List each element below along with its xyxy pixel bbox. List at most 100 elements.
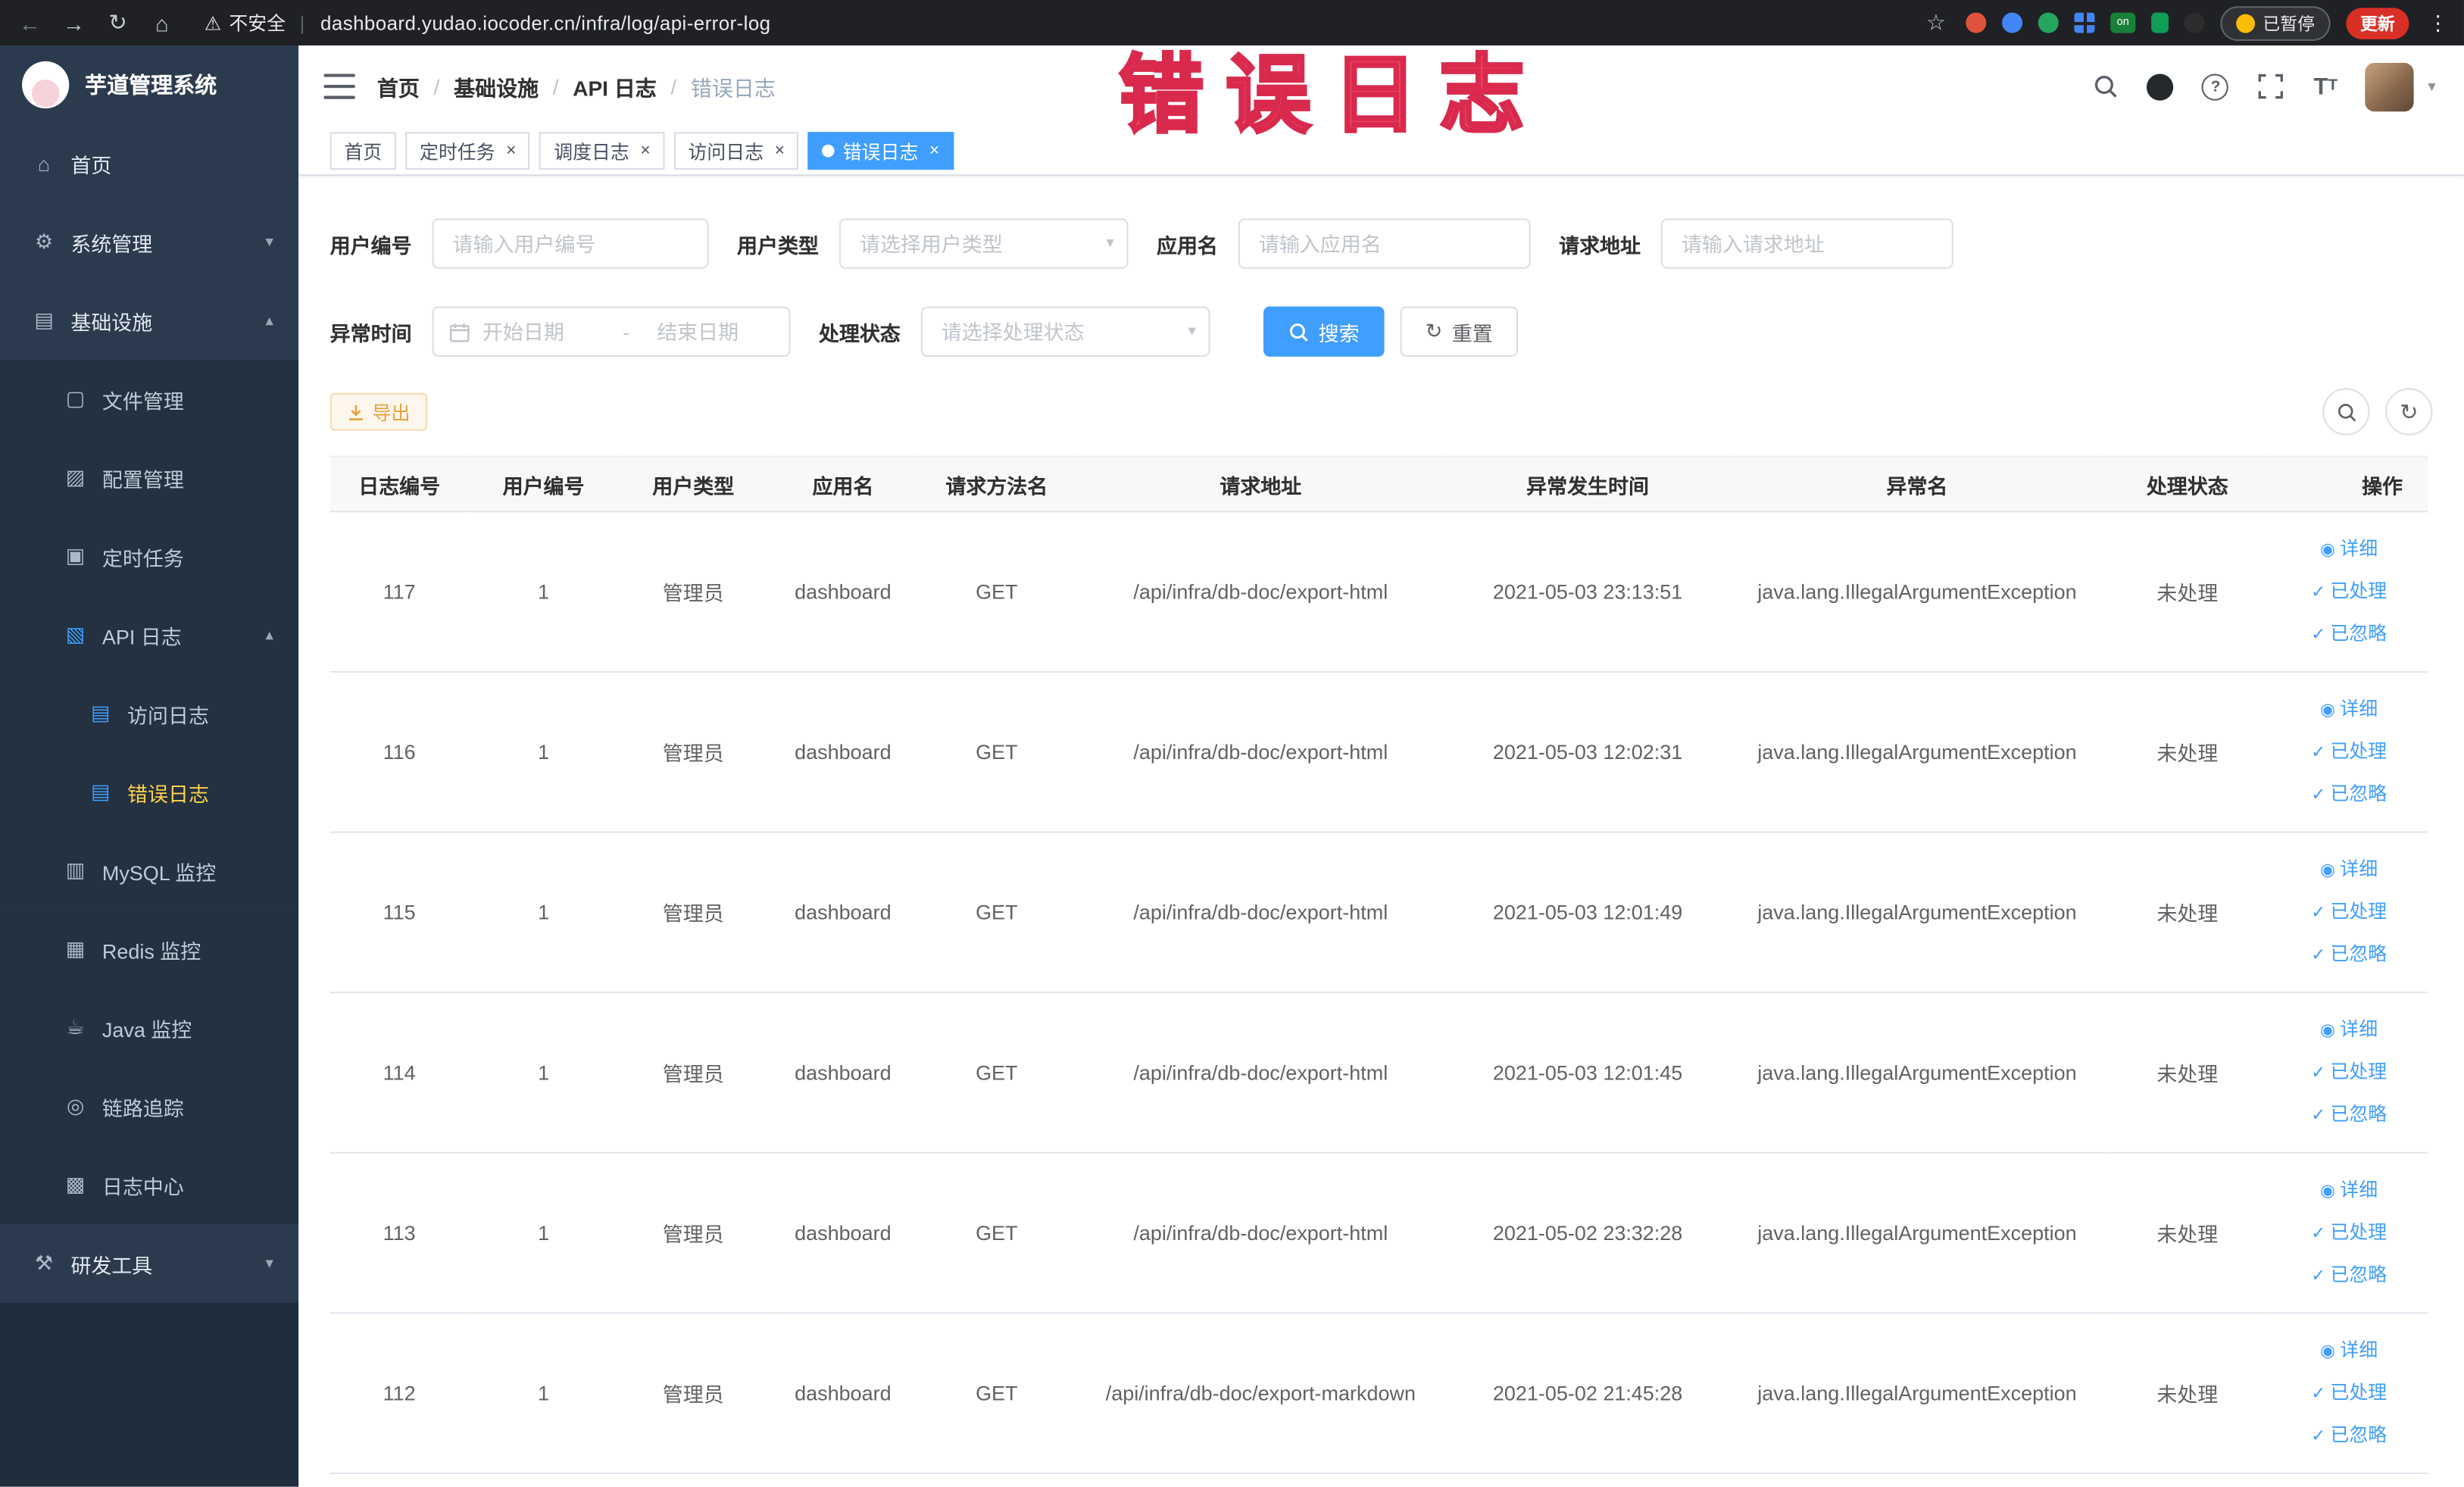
detail-link[interactable]: ◉ 详细	[2276, 689, 2422, 731]
ignored-link[interactable]: ✓ 已忽略	[2276, 773, 2422, 816]
paused-button[interactable]: 已暂停	[2220, 5, 2331, 40]
fullscreen-icon[interactable]	[2255, 70, 2286, 102]
address-bar[interactable]: dashboard.yudao.iocoder.cn/infra/log/api…	[320, 12, 771, 34]
cell-method: GET	[917, 1313, 1076, 1474]
font-size-icon[interactable]: TT	[2310, 70, 2341, 102]
document-icon: ▤	[91, 701, 111, 725]
export-button[interactable]: 导出	[329, 392, 428, 431]
sidebar-item-trace[interactable]: ◎ 链路追踪	[0, 1067, 299, 1146]
tab-access-log[interactable]: 访问日志 ×	[673, 132, 799, 170]
processed-link[interactable]: ✓ 已处理	[2276, 891, 2422, 933]
sidebar-item-api-log[interactable]: ▧ API 日志 ▴	[0, 595, 299, 675]
header-request-url: 请求地址	[1075, 455, 1446, 513]
extension-on-icon[interactable]: on	[2110, 12, 2136, 33]
app-logo[interactable]: 芋道管理系统	[0, 45, 299, 124]
processed-link[interactable]: ✓ 已处理	[2276, 1051, 2422, 1094]
ignored-link[interactable]: ✓ 已忽略	[2276, 1414, 2422, 1457]
user-type-select[interactable]	[839, 218, 1129, 269]
reload-icon[interactable]: ↻	[104, 9, 132, 36]
sidebar-item-log-center[interactable]: ▩ 日志中心	[0, 1145, 299, 1225]
tab-job[interactable]: 定时任务 ×	[405, 132, 531, 170]
sidebar-item-mysql[interactable]: ▥ MySQL 监控	[0, 831, 299, 911]
close-icon[interactable]: ×	[506, 142, 516, 160]
browser-menu-icon[interactable]: ⋮	[2428, 10, 2448, 35]
logo-avatar	[22, 61, 70, 109]
tab-job-log[interactable]: 调度日志 ×	[539, 132, 665, 170]
process-status-select[interactable]	[920, 306, 1210, 357]
hamburger-icon[interactable]	[323, 73, 355, 99]
sidebar-item-dev-tools[interactable]: ⚒ 研发工具 ▾	[0, 1224, 298, 1303]
sidebar-item-java[interactable]: ☕ Java 监控	[0, 988, 299, 1067]
sidebar-item-error-log[interactable]: ▤ 错误日志	[0, 752, 299, 832]
ignored-link[interactable]: ✓ 已忽略	[2276, 1094, 2422, 1136]
table-header-row: 日志编号 用户编号 用户类型 应用名 请求方法名 请求地址 异常发生时间 异常名…	[329, 455, 2428, 513]
search-icon[interactable]	[2090, 70, 2121, 102]
user-avatar[interactable]	[2365, 61, 2414, 111]
sidebar-item-system[interactable]: ⚙ 系统管理 ▾	[0, 203, 298, 282]
extension-green-icon[interactable]	[2038, 12, 2059, 33]
ignored-link[interactable]: ✓ 已忽略	[2276, 933, 2422, 976]
breadcrumb-infra[interactable]: 基础设施	[454, 70, 539, 102]
ignored-link[interactable]: ✓ 已忽略	[2276, 1254, 2422, 1297]
sidebar-item-access-log[interactable]: ▤ 访问日志	[0, 674, 299, 753]
breadcrumb-api-log[interactable]: API 日志	[573, 70, 657, 102]
toggle-search-button[interactable]	[2322, 388, 2370, 436]
search-button[interactable]: 搜索	[1263, 306, 1385, 357]
cell-user-type: 管理员	[618, 1152, 769, 1314]
breadcrumb-separator: /	[670, 74, 677, 98]
detail-link[interactable]: ◉ 详细	[2276, 1009, 2422, 1051]
processed-link[interactable]: ✓ 已处理	[2276, 1372, 2422, 1414]
extension-leaf-icon[interactable]	[2151, 12, 2169, 33]
bookmark-star-icon[interactable]: ☆	[1922, 9, 1950, 36]
reset-button[interactable]: ↻ 重置	[1400, 306, 1518, 357]
github-icon[interactable]	[2145, 70, 2176, 102]
extension-blue-icon[interactable]	[2002, 12, 2023, 33]
detail-link[interactable]: ◉ 详细	[2276, 528, 2422, 570]
close-icon[interactable]: ×	[640, 142, 650, 160]
close-icon[interactable]: ×	[775, 142, 785, 160]
ignored-link[interactable]: ✓ 已忽略	[2276, 613, 2422, 655]
refresh-button[interactable]: ↻	[2385, 388, 2433, 436]
breadcrumb: 首页 / 基础设施 / API 日志 / 错误日志	[377, 70, 776, 102]
sidebar-item-redis[interactable]: ▦ Redis 监控	[0, 910, 299, 989]
cell-app-name: dashboard	[768, 1152, 918, 1314]
sidebar-item-infra[interactable]: ▤ 基础设施 ▴	[0, 281, 298, 360]
tab-error-log[interactable]: 错误日志 ×	[808, 132, 954, 170]
processed-link[interactable]: ✓ 已处理	[2276, 1212, 2422, 1254]
home-nav-icon[interactable]: ⌂	[148, 10, 176, 35]
tab-home[interactable]: 首页	[329, 132, 396, 170]
avatar-caret-icon[interactable]: ▾	[2428, 78, 2435, 95]
processed-link[interactable]: ✓ 已处理	[2276, 731, 2422, 773]
detail-link[interactable]: ◉ 详细	[2276, 848, 2422, 891]
end-date-input[interactable]	[654, 318, 773, 345]
user-id-input[interactable]	[432, 218, 709, 269]
screen: ← → ↻ ⌂ ⚠ 不安全 | dashboard.yudao.iocoder.…	[0, 0, 2464, 1487]
security-chip[interactable]: ⚠ 不安全 |	[205, 9, 305, 36]
cell-actions: ◉ 详细 ✓ 已处理 ✓ 已忽略	[2270, 992, 2428, 1154]
breadcrumb-home[interactable]: 首页	[377, 70, 420, 102]
start-date-input[interactable]	[479, 318, 599, 345]
extension-paw-icon[interactable]	[2184, 12, 2205, 33]
extension-grid-icon[interactable]	[2074, 12, 2095, 33]
sidebar-item-config[interactable]: ▨ 配置管理	[0, 438, 299, 517]
detail-link[interactable]: ◉ 详细	[2276, 1170, 2422, 1212]
update-button[interactable]: 更新	[2346, 7, 2409, 39]
close-icon[interactable]: ×	[929, 142, 939, 160]
detail-link[interactable]: ◉ 详细	[2276, 1329, 2422, 1372]
date-range-picker[interactable]: -	[432, 306, 791, 357]
user-id-label: 用户编号	[329, 233, 412, 258]
app-name-input[interactable]	[1238, 218, 1531, 269]
back-icon[interactable]: ←	[16, 10, 44, 35]
sidebar-item-home[interactable]: ⌂ 首页	[0, 124, 298, 203]
processed-link[interactable]: ✓ 已处理	[2276, 570, 2422, 613]
sidebar-item-file[interactable]: ▢ 文件管理	[0, 360, 299, 439]
navbar-actions: ? TT ▾	[2090, 61, 2436, 111]
cell-process-status: 未处理	[2104, 511, 2271, 673]
sidebar-item-job[interactable]: ▣ 定时任务	[0, 517, 299, 596]
extension-red-icon[interactable]	[1966, 12, 1987, 33]
cell-app-name: dashboard	[768, 832, 918, 994]
help-icon[interactable]: ?	[2200, 70, 2231, 102]
table-toolbar: 导出 ↻	[298, 388, 2464, 436]
forward-icon[interactable]: →	[60, 10, 88, 35]
request-url-input[interactable]	[1660, 218, 1953, 269]
